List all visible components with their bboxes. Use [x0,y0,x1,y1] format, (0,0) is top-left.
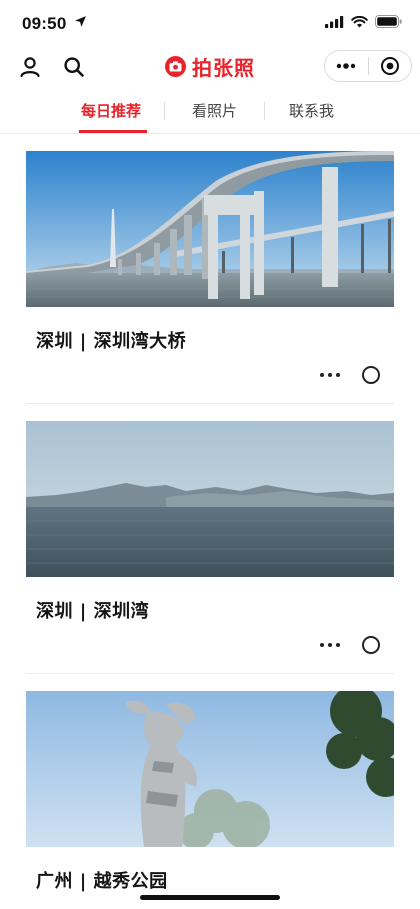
card-title: 深圳 | 深圳湾 [36,601,150,622]
select-circle-icon[interactable] [362,636,380,654]
more-icon[interactable] [325,51,368,81]
tab-bar: 每日推荐 看照片 联系我 [0,90,420,134]
photo-card[interactable]: 深圳 | 深圳湾 [26,421,394,671]
more-icon[interactable] [320,373,340,377]
mini-program-capsule [324,50,412,82]
brand-name: 拍张照 [192,56,255,80]
card-divider [26,403,394,404]
home-indicator [140,895,280,900]
tab-active-indicator [79,130,147,133]
more-icon[interactable] [320,643,340,647]
photo-card[interactable]: 深圳 | 深圳湾大桥 [26,151,394,401]
select-circle-icon[interactable] [362,366,380,384]
tab-photos[interactable]: 看照片 [192,100,237,121]
app-header: 拍张照 [0,46,420,88]
tab-divider [264,102,265,120]
status-bar: 09:50 [0,0,420,46]
card-title: 深圳 | 深圳湾大桥 [36,331,187,352]
camera-icon [165,56,186,77]
photo-park[interactable] [26,691,394,847]
photo-bay[interactable] [26,421,394,577]
card-actions [320,366,380,384]
card-title: 广州 | 越秀公园 [36,871,168,892]
location-arrow-icon [75,16,86,27]
tab-contact[interactable]: 联系我 [289,100,334,121]
wifi-icon [351,15,368,27]
photo-bridge[interactable] [26,151,394,307]
card-actions [320,636,380,654]
card-divider [26,673,394,674]
signal-icon [325,15,344,28]
tab-daily-picks[interactable]: 每日推荐 [81,100,141,121]
photo-card[interactable]: 广州 | 越秀公园 [26,691,394,909]
tab-divider [164,102,165,120]
close-mini-program-button[interactable] [369,51,412,81]
status-time: 09:50 [22,14,67,33]
battery-icon [375,15,402,28]
record-icon [380,57,399,75]
